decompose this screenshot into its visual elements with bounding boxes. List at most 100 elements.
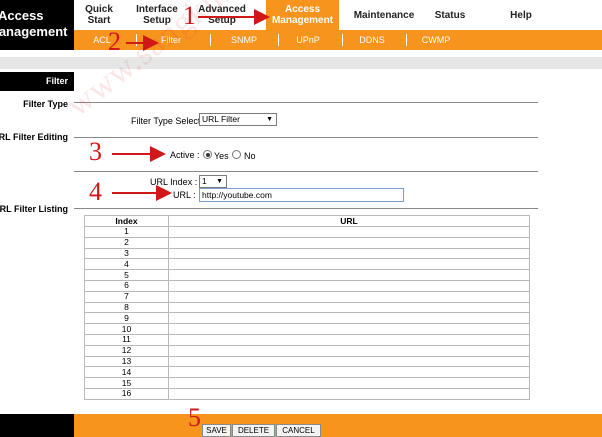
- table-cell-index: 15: [84, 377, 169, 389]
- subnav-separator: [342, 34, 343, 46]
- url-index-select-value: 1: [202, 176, 207, 186]
- table-cell-index: 3: [84, 247, 169, 260]
- label-url-filter-listing: URL Filter Listing: [0, 204, 68, 214]
- table-cell-index: 5: [84, 269, 169, 281]
- subnav-separator: [278, 34, 279, 46]
- table-row: 10: [84, 323, 530, 335]
- save-button[interactable]: SAVE: [202, 424, 231, 437]
- table-cell-index: 7: [84, 290, 169, 303]
- url-index-label: URL Index :: [150, 177, 198, 187]
- table-cell-url: [168, 387, 530, 400]
- action-bar: [74, 414, 602, 437]
- table-cell-index: 16: [84, 387, 169, 400]
- table-row: 8: [84, 301, 530, 314]
- table-row: 4: [84, 258, 530, 271]
- table-cell-url: [168, 269, 530, 281]
- table-cell-url: [168, 258, 530, 271]
- subtab-snmp[interactable]: SNMP: [216, 30, 272, 50]
- active-label: Active :: [170, 150, 200, 160]
- subnav-separator: [210, 34, 211, 46]
- table-cell-url: [168, 366, 530, 379]
- chevron-down-icon: ▼: [266, 116, 273, 123]
- url-label: URL :: [173, 190, 196, 200]
- table-cell-index: 10: [84, 323, 169, 335]
- subtab-ddns[interactable]: DDNS: [344, 30, 400, 50]
- brand-title-line2: Management: [0, 24, 68, 39]
- table-row: 7: [84, 290, 530, 303]
- filter-type-select[interactable]: URL Filter ▼: [199, 113, 277, 126]
- cancel-button[interactable]: CANCEL: [276, 424, 321, 437]
- subtab-upnp[interactable]: UPnP: [280, 30, 336, 50]
- table-row: 15: [84, 377, 530, 389]
- active-yes-label: Yes: [214, 151, 229, 161]
- subnav-separator: [406, 34, 407, 46]
- annotation-number-3: 3: [89, 137, 102, 166]
- table-row: 2: [84, 236, 530, 249]
- table-row: 12: [84, 344, 530, 357]
- table-cell-index: 2: [84, 236, 169, 249]
- table-cell-url: [168, 226, 530, 238]
- table-cell-index: 11: [84, 333, 169, 346]
- filter-type-select-value: URL Filter: [202, 114, 240, 124]
- active-no-label: No: [244, 151, 256, 161]
- section-header-filter: Filter: [0, 72, 74, 91]
- table-row: 3: [84, 247, 530, 260]
- url-input[interactable]: http://youtube.com: [199, 188, 404, 202]
- tab-status[interactable]: Status: [428, 0, 472, 30]
- divider: [74, 102, 538, 103]
- footer-left-block: [0, 414, 74, 437]
- spacer-band: [0, 57, 602, 69]
- table-row: 9: [84, 312, 530, 325]
- table-cell-url: [168, 301, 530, 314]
- table-cell-index: 13: [84, 355, 169, 368]
- table-row: 13: [84, 355, 530, 368]
- table-row: 6: [84, 279, 530, 292]
- annotation-number-5: 5: [188, 403, 201, 432]
- table-cell-url: [168, 236, 530, 249]
- annotation-number-1: 1: [183, 1, 196, 30]
- table-cell-index: 4: [84, 258, 169, 271]
- table-cell-index: 1: [84, 226, 169, 238]
- table-cell-url: [168, 312, 530, 325]
- tab-help[interactable]: Help: [504, 0, 538, 30]
- brand-title: Access Management: [0, 0, 74, 50]
- label-filter-type: Filter Type: [23, 99, 68, 109]
- divider: [74, 171, 538, 172]
- subtab-cwmp[interactable]: CWMP: [408, 30, 464, 50]
- table-cell-url: [168, 377, 530, 389]
- tab-maintenance[interactable]: Maintenance: [348, 0, 420, 30]
- active-yes-radio[interactable]: [203, 150, 212, 159]
- table-cell-url: [168, 290, 530, 303]
- table-header-index: Index: [84, 215, 169, 227]
- annotation-number-2: 2: [108, 27, 121, 56]
- annotation-number-4: 4: [89, 177, 102, 206]
- table-cell-url: [168, 333, 530, 346]
- tab-access-management[interactable]: Access Management: [266, 0, 339, 30]
- table-row: 16: [84, 387, 530, 400]
- divider: [74, 208, 538, 209]
- table-cell-url: [168, 323, 530, 335]
- brand-title-line1: Access: [0, 8, 44, 23]
- table-cell-index: 9: [84, 312, 169, 325]
- url-filter-table: Index URL 1 2 3 4 5 6 7 8 9 10 11 12 13 …: [84, 215, 530, 400]
- table-cell-index: 12: [84, 344, 169, 357]
- tab-quick-start[interactable]: Quick Start: [74, 0, 124, 30]
- table-cell-index: 8: [84, 301, 169, 314]
- url-index-select[interactable]: 1 ▼: [199, 175, 227, 188]
- table-row: 1: [84, 226, 530, 238]
- label-url-filter-editing: URL Filter Editing: [0, 132, 68, 142]
- active-no-radio[interactable]: [232, 150, 241, 159]
- table-cell-url: [168, 344, 530, 357]
- sidebar: Filter Filter Type URL Filter Editing UR…: [0, 72, 74, 412]
- divider: [74, 137, 538, 138]
- table-cell-url: [168, 355, 530, 368]
- table-row: 5: [84, 269, 530, 281]
- table-row: 11: [84, 333, 530, 346]
- table-row: 14: [84, 366, 530, 379]
- table-cell-index: 14: [84, 366, 169, 379]
- table-cell-index: 6: [84, 279, 169, 292]
- table-cell-url: [168, 247, 530, 260]
- table-header-url: URL: [168, 215, 530, 227]
- table-cell-url: [168, 279, 530, 292]
- delete-button[interactable]: DELETE: [232, 424, 275, 437]
